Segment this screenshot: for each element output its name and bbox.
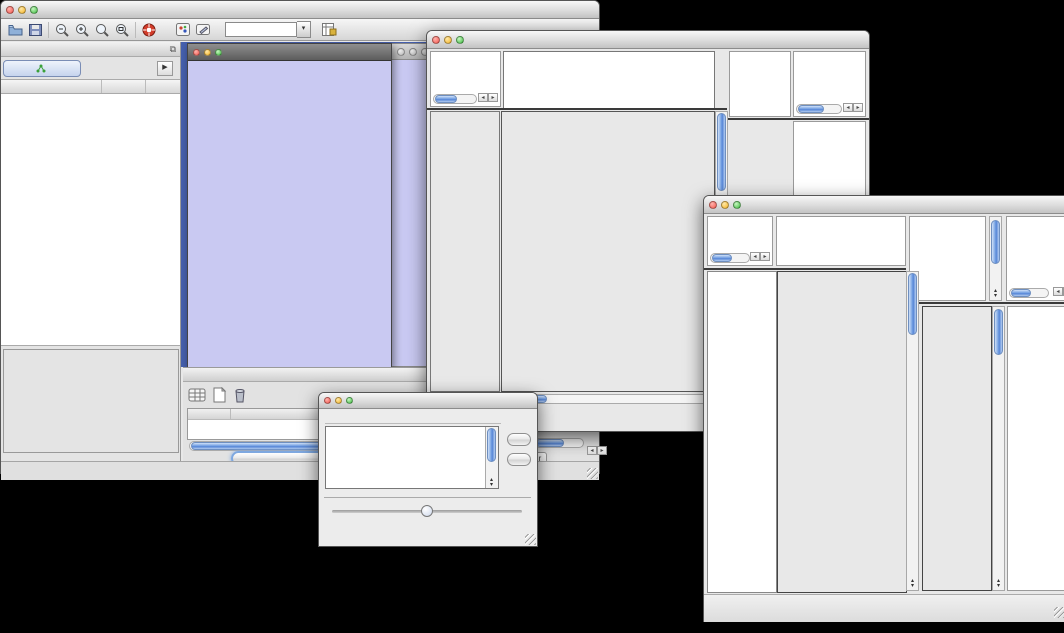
new-attribute-icon[interactable] [212, 387, 227, 408]
open-folder-icon[interactable] [5, 21, 25, 39]
map-colors-dialog: ▴▾ [318, 392, 538, 547]
tv2-zoom-heatmap[interactable] [922, 306, 992, 591]
col-header-nodes[interactable] [102, 80, 146, 93]
delete-attribute-icon[interactable] [233, 387, 247, 408]
zoom-selected-icon[interactable] [92, 21, 112, 39]
tv1-column-dendrogram[interactable] [503, 51, 715, 109]
tab-vizmapper[interactable] [83, 61, 155, 76]
network-view-canvas[interactable] [188, 61, 389, 366]
network-view-titlebar[interactable] [188, 44, 391, 61]
zoom-button[interactable] [30, 6, 38, 14]
main-titlebar[interactable] [1, 1, 599, 19]
edit-panel-icon[interactable] [193, 21, 213, 39]
attribute-listbox: ▴▾ [325, 426, 499, 489]
treeview1-titlebar[interactable] [427, 31, 869, 49]
tv1-view-status-scrollbar[interactable] [433, 94, 477, 104]
window-resize-grip[interactable] [587, 468, 598, 479]
minimize-button[interactable] [204, 49, 211, 56]
tv2-zoom-v-scrollbar[interactable]: ▴▾ [992, 306, 1005, 591]
control-panel: ⧉ ▶ [1, 42, 181, 461]
tv2-view-status-scrollbar[interactable] [710, 253, 750, 263]
attribute-select-icon[interactable] [188, 387, 206, 408]
dialog-titlebar[interactable] [319, 393, 537, 409]
zoom-button[interactable] [215, 49, 222, 56]
tv1-usage-hints-scrollbar[interactable] [796, 104, 842, 114]
tv2-column-tree-area[interactable] [776, 216, 906, 266]
animation-speed-group [324, 497, 531, 524]
save-icon[interactable] [25, 21, 45, 39]
tv1-view-status-title [431, 52, 500, 54]
move-up-button[interactable] [507, 433, 531, 446]
zoom-button[interactable] [346, 397, 353, 404]
plugin-panel-icon[interactable] [173, 21, 193, 39]
close-button[interactable] [432, 36, 440, 44]
zoom-in-icon[interactable] [72, 21, 92, 39]
tab-overflow-button[interactable]: ▶ [157, 61, 173, 76]
data-panel-right-scrollbar[interactable]: ◂▸ [534, 438, 584, 448]
zoom-fit-icon[interactable] [112, 21, 132, 39]
tv1-view-status-panel: ◂▸ [430, 51, 501, 107]
tv2-usage-hints-scrollbar[interactable] [1009, 288, 1049, 298]
move-down-button[interactable] [507, 453, 531, 466]
birdseye-view[interactable] [3, 349, 179, 453]
tv2-heatmap[interactable] [777, 271, 907, 593]
zoom-out-icon[interactable] [52, 21, 72, 39]
dialog-resize-grip[interactable] [525, 534, 536, 545]
attribute-table-icon[interactable] [319, 21, 339, 39]
attribute-list-scrollbar[interactable]: ▴▾ [485, 427, 498, 488]
minimize-button[interactable] [721, 201, 729, 209]
minimize-button[interactable] [444, 36, 452, 44]
col-header-edges[interactable] [146, 80, 180, 93]
close-button[interactable] [193, 49, 200, 56]
tv1-usage-hints-title [794, 52, 865, 54]
treeview2-titlebar[interactable] [704, 196, 1064, 214]
float-panel-icon[interactable]: ⧉ [170, 44, 176, 55]
close-button[interactable] [6, 6, 14, 14]
tv2-label-v-scrollbar[interactable]: ▴▾ [989, 216, 1002, 301]
network-view-window [187, 43, 392, 367]
tv2-button-bar [704, 594, 1064, 622]
tv2-usage-hints-title [1007, 217, 1064, 219]
network-table [1, 94, 180, 156]
tv2-view-status-title [708, 217, 772, 219]
animation-speed-slider[interactable] [332, 510, 522, 513]
treeview2-window: ◂▸ ▴▾ ◂▸ ▴▾ ▴▾ [703, 195, 1064, 622]
zoom-button[interactable] [456, 36, 464, 44]
tv2-row-dendrogram[interactable] [707, 271, 777, 593]
col-header-network[interactable] [1, 80, 102, 93]
tv1-cluster-matrix[interactable] [731, 123, 785, 171]
search-dropdown-button[interactable]: ▾ [297, 21, 311, 38]
network-tab-icon [36, 64, 46, 73]
close-button[interactable] [324, 397, 331, 404]
tv2-usage-hints-panel: ◂▸ [1006, 216, 1064, 301]
tv2-heatmap-v-scrollbar[interactable]: ▴▾ [906, 271, 919, 591]
close-button[interactable] [709, 201, 717, 209]
tv1-row-dendrogram[interactable] [430, 111, 500, 392]
tv1-matrix-label-panel [729, 51, 791, 117]
tv2-view-status-panel: ◂▸ [707, 216, 773, 266]
tv1-usage-hints-panel: ◂▸ [793, 51, 866, 117]
tv1-heatmap[interactable] [501, 111, 715, 392]
tv2-gene-list [1007, 306, 1064, 591]
minimize-button[interactable] [18, 6, 26, 14]
search-input[interactable] [225, 22, 297, 37]
tab-network[interactable] [3, 60, 81, 77]
help-icon[interactable] [139, 21, 159, 39]
tv2-column-label-panel [909, 216, 986, 301]
zoom-button[interactable] [733, 201, 741, 209]
slider-thumb[interactable] [421, 505, 433, 517]
minimize-button[interactable] [335, 397, 342, 404]
data-col-id[interactable] [188, 409, 231, 419]
treeview2-resize-grip[interactable] [1054, 607, 1064, 618]
